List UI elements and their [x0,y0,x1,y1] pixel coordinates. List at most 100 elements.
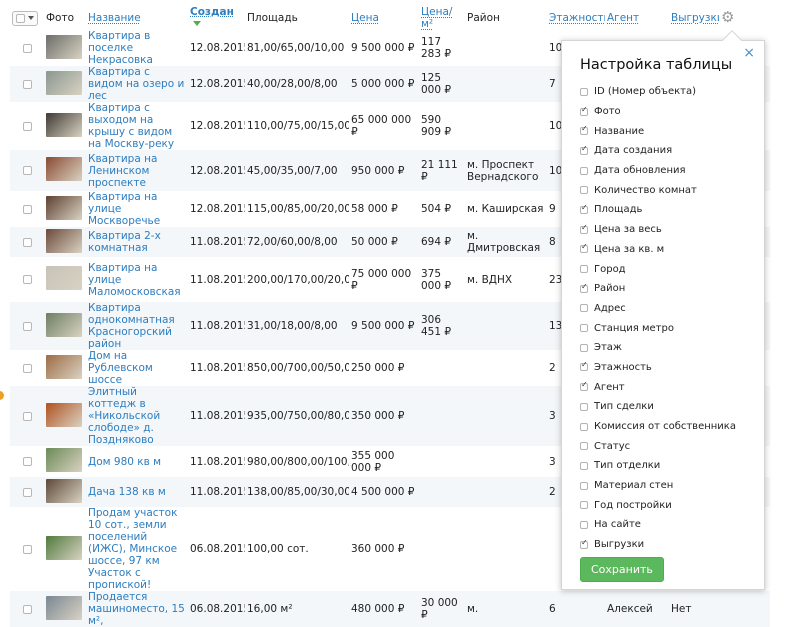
column-option-checkbox[interactable] [580,520,588,529]
col-floors-sort[interactable]: Этажность [549,12,605,24]
property-link[interactable]: Дом на Рублевском шоссе [88,350,153,386]
column-option-checkbox[interactable] [580,461,588,470]
row-checkbox[interactable] [22,411,32,421]
column-option[interactable]: Цена за кв. м [580,240,764,260]
save-button[interactable]: Сохранить [580,556,664,582]
column-option[interactable]: Материал стен [580,476,764,496]
property-link[interactable]: Элитный коттедж в «Никольской слободе» д… [88,386,160,446]
column-option[interactable]: Фото [580,102,764,122]
column-option[interactable]: Количество комнат [580,180,764,200]
row-checkbox[interactable] [22,544,32,554]
property-photo[interactable] [46,266,82,290]
column-option-checkbox[interactable] [580,265,588,274]
property-photo[interactable] [46,112,82,137]
column-option-checkbox[interactable] [580,282,588,293]
column-option[interactable]: Площадь [580,200,764,220]
column-option[interactable]: Год постройки [580,495,764,515]
column-option[interactable]: Этаж [580,338,764,358]
row-checkbox[interactable] [22,43,32,53]
column-option[interactable]: Район [580,279,764,299]
property-link[interactable]: Квартира 2-х комнатная [88,230,161,254]
row-checkbox[interactable] [22,121,32,131]
column-option-checkbox[interactable] [580,124,588,136]
property-photo[interactable] [46,195,82,220]
property-link[interactable]: Продам участок 10 сот., земли поселений … [88,507,177,591]
column-option-checkbox[interactable] [580,242,588,254]
col-price-m2-sort[interactable]: Цена/м² [421,6,452,30]
column-option[interactable]: ID (Номер объекта) [580,82,764,102]
column-option[interactable]: Дата создания [580,141,764,161]
row-checkbox[interactable] [22,79,32,89]
property-photo[interactable] [46,34,82,59]
column-option-checkbox[interactable] [580,402,588,411]
col-agent-sort[interactable]: Агент [607,12,639,24]
property-link[interactable]: Квартира с видом на озеро и лес [88,66,184,102]
column-option-checkbox[interactable] [580,501,588,510]
column-option-checkbox[interactable] [580,422,588,431]
property-link[interactable]: Квартира с выходом на крышу с видом на М… [88,102,174,150]
property-photo[interactable] [46,354,82,379]
column-option[interactable]: Дата обновления [580,161,764,181]
property-photo[interactable] [46,535,82,560]
column-option-checkbox[interactable] [580,186,588,195]
col-exports-sort[interactable]: Выгрузки [671,12,719,24]
column-option-checkbox[interactable] [580,87,588,96]
column-option-checkbox[interactable] [580,105,588,116]
property-photo[interactable] [46,595,82,620]
column-option[interactable]: Тип сделки [580,397,764,417]
column-option[interactable]: Комиссия от собственника [580,417,764,437]
row-checkbox[interactable] [22,487,32,497]
column-option-checkbox[interactable] [580,304,588,313]
column-option-checkbox[interactable] [580,223,588,234]
property-photo[interactable] [46,228,82,253]
column-option[interactable]: Цена за весь [580,220,764,240]
property-link[interactable]: Дом 980 кв м [88,456,161,468]
column-option-checkbox[interactable] [580,538,588,549]
column-option[interactable]: Выгрузки [580,535,764,555]
column-option-checkbox[interactable] [580,380,588,392]
column-option[interactable]: Этажность [580,358,764,378]
row-checkbox[interactable] [22,275,32,284]
col-name-sort[interactable]: Название [88,12,141,24]
column-option[interactable]: Статус [580,436,764,456]
column-option[interactable]: Тип отделки [580,456,764,476]
row-checkbox[interactable] [22,237,32,247]
property-photo[interactable] [46,448,82,472]
col-created-sort[interactable]: Создан [190,6,234,18]
property-photo[interactable] [46,478,82,503]
row-checkbox[interactable] [22,204,32,214]
row-checkbox[interactable] [22,321,32,331]
column-option[interactable]: Название [580,121,764,141]
property-link[interactable]: Квартира на улице Москворечье [88,191,160,227]
property-photo[interactable] [46,312,82,337]
column-option-checkbox[interactable] [580,481,588,490]
property-link[interactable]: Продается машиноместо, 15 м², [88,591,185,627]
col-price-sort[interactable]: Цена [351,12,379,24]
column-option-checkbox[interactable] [580,442,588,451]
column-option-checkbox[interactable] [580,343,588,352]
property-photo[interactable] [46,402,82,427]
row-checkbox[interactable] [22,166,32,175]
property-photo[interactable] [46,157,82,181]
column-option[interactable]: Город [580,259,764,279]
column-option-checkbox[interactable] [580,203,588,214]
row-checkbox[interactable] [22,457,32,466]
column-option[interactable]: Агент [580,377,764,397]
column-option[interactable]: Адрес [580,299,764,319]
select-all-dropdown[interactable] [12,10,38,26]
property-link[interactable]: Квартира на улице Маломосковская [88,262,181,298]
select-all-checkbox[interactable] [16,13,25,23]
column-option-checkbox[interactable] [580,166,588,175]
gear-icon[interactable]: ⚙ [721,8,734,26]
column-option-checkbox[interactable] [580,360,588,372]
row-checkbox[interactable] [22,604,32,614]
column-option-checkbox[interactable] [580,144,588,155]
property-photo[interactable] [46,70,82,95]
property-link[interactable]: Дача 138 кв м [88,486,166,498]
column-option[interactable]: На сайте [580,515,764,535]
table-row[interactable]: Продается машиноместо, 15 м², 06.08.2015 1… [10,591,770,627]
property-link[interactable]: Квартира однокомнатная Красногорский рай… [88,302,175,350]
column-option[interactable]: Станция метро [580,318,764,338]
close-icon[interactable]: × [743,45,755,61]
column-option-checkbox[interactable] [580,324,588,333]
